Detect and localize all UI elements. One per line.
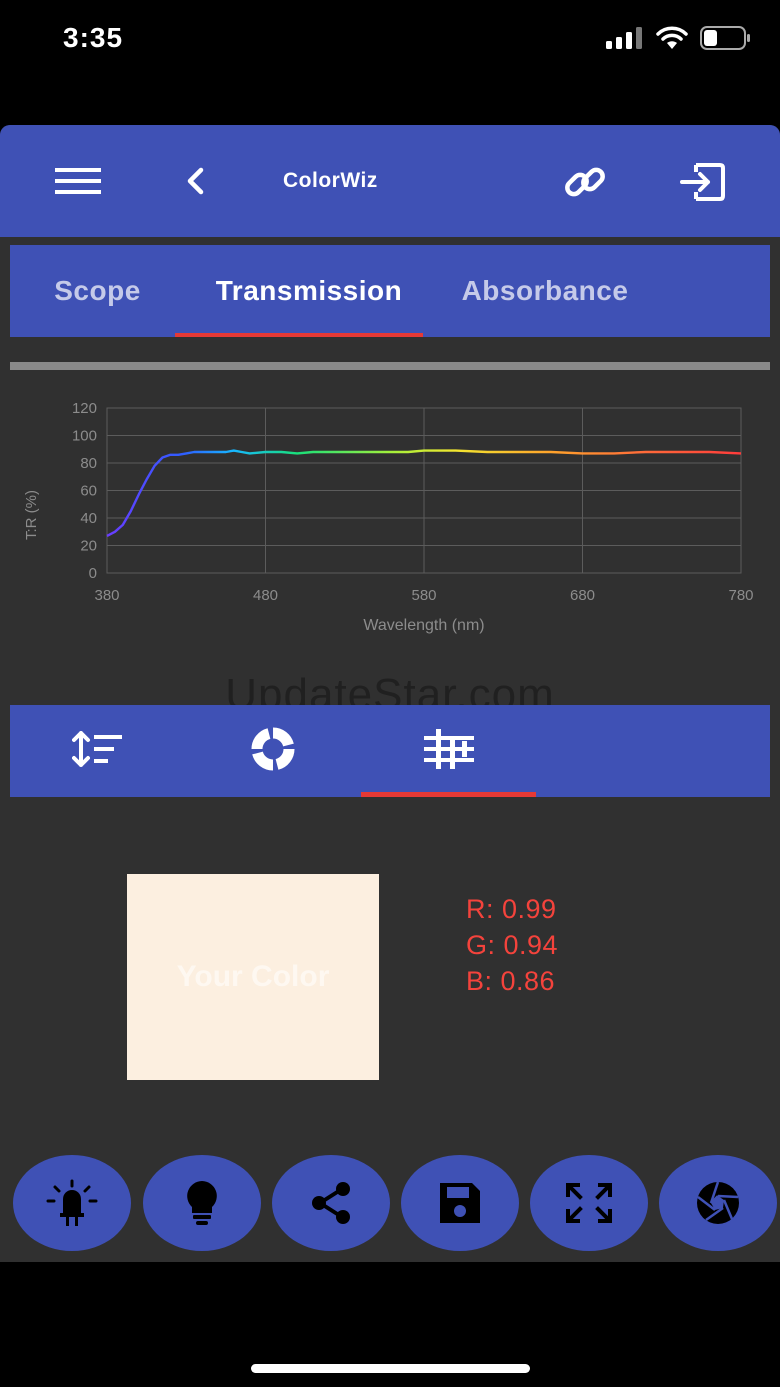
battery-icon: [700, 26, 750, 50]
status-time: 3:35: [63, 22, 124, 53]
tab-sort[interactable]: [30, 705, 165, 793]
tune-sliders-icon: [423, 729, 474, 769]
y-tick-label: 60: [80, 483, 97, 500]
x-axis-label: Wavelength (nm): [363, 617, 484, 634]
tab-color-wheel[interactable]: [200, 705, 345, 793]
led-button[interactable]: [13, 1155, 131, 1251]
share-button[interactable]: [272, 1155, 390, 1251]
link-icon: [565, 167, 605, 197]
x-tick-label: 480: [253, 587, 278, 604]
chevron-left-icon: [187, 167, 204, 195]
y-tick-label: 120: [72, 400, 97, 417]
app-window: ColorWiz Scope Transmission Absorbance 0…: [0, 125, 780, 1262]
tab-active-indicator: [175, 333, 423, 337]
color-wheel-icon: [251, 727, 294, 771]
back-button[interactable]: [178, 161, 212, 201]
y-tick-label: 20: [80, 538, 97, 555]
tab-transmission[interactable]: Transmission: [185, 245, 433, 337]
tab-scope[interactable]: Scope: [30, 245, 165, 337]
view-tabs: [10, 705, 770, 797]
mode-tabs: Scope Transmission Absorbance: [10, 245, 770, 337]
x-tick-labels: 380 480 580 680 780: [94, 587, 753, 604]
save-icon: [440, 1183, 480, 1223]
share-icon: [312, 1182, 350, 1224]
status-bar: 3:35: [0, 0, 780, 90]
y-tick-label: 0: [89, 565, 97, 582]
lightbulb-button[interactable]: [143, 1155, 261, 1251]
hamburger-menu-icon: [55, 168, 101, 194]
view-tab-active-indicator: [361, 792, 536, 797]
expand-arrows-icon: [566, 1183, 612, 1223]
camera-shutter-icon: [697, 1181, 739, 1224]
tab-absorbance[interactable]: Absorbance: [445, 245, 645, 337]
app-title: ColorWiz: [283, 169, 378, 192]
rgb-values: R: 0.99 G: 0.94 B: 0.86: [466, 891, 558, 999]
x-tick-label: 780: [728, 587, 753, 604]
y-tick-label: 40: [80, 510, 97, 527]
capture-button[interactable]: [659, 1155, 777, 1251]
tab-sliders[interactable]: [361, 705, 536, 793]
green-value: G: 0.94: [466, 930, 559, 960]
cellular-signal-icon: [606, 27, 642, 49]
y-tick-labels: 0 20 40 60 80 100 120: [72, 400, 97, 582]
red-value: R: 0.99: [466, 894, 557, 924]
x-tick-label: 680: [570, 587, 595, 604]
x-tick-label: 580: [411, 587, 436, 604]
app-bar: ColorWiz: [0, 125, 780, 237]
action-bar: [0, 1155, 780, 1255]
blue-value: B: 0.86: [466, 966, 556, 996]
exit-to-app-icon: [680, 163, 725, 201]
chart-grid: [106, 407, 742, 574]
y-tick-label: 80: [80, 455, 97, 472]
color-swatch-label: Your Color: [176, 960, 330, 993]
wifi-icon: [656, 26, 688, 49]
sort-lines-icon: [71, 731, 122, 767]
status-icons: [606, 26, 752, 50]
color-swatch: Your Color: [127, 874, 379, 1080]
transmission-chart: 020406080100120 380 480 580 680 780 T:R (%) …: [23, 400, 754, 634]
link-button[interactable]: [558, 155, 612, 209]
menu-button[interactable]: [50, 161, 106, 201]
y-axis-label: T:R (%): [23, 490, 40, 540]
y-tick-label: 100: [72, 428, 97, 445]
lightbulb-icon: [187, 1181, 217, 1225]
save-button[interactable]: [401, 1155, 519, 1251]
section-divider: [10, 362, 770, 370]
led-light-icon: [46, 1179, 98, 1226]
exit-button[interactable]: [674, 157, 730, 207]
expand-button[interactable]: [530, 1155, 648, 1251]
x-tick-label: 380: [94, 587, 119, 604]
home-indicator[interactable]: [251, 1364, 530, 1373]
